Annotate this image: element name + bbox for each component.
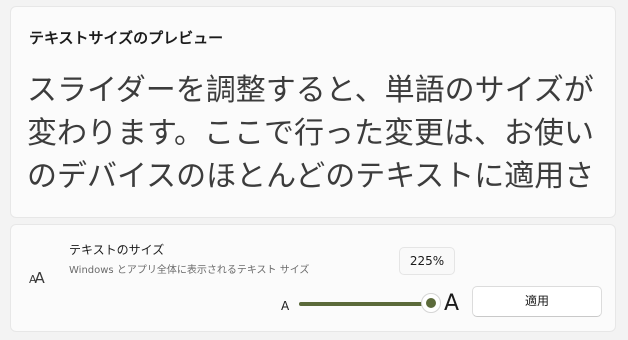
slider-thumb[interactable]: [421, 293, 441, 313]
apply-button[interactable]: 適用: [472, 286, 602, 317]
text-size-slider[interactable]: [299, 293, 441, 315]
text-size-value-badge: 225%: [399, 247, 455, 275]
text-size-description: Windows とアプリ全体に表示されるテキスト サイズ: [69, 265, 310, 276]
text-size-title: テキストのサイズ: [69, 243, 165, 257]
text-size-icon-large-glyph: A: [34, 269, 45, 287]
preview-title: テキストサイズのプレビュー: [29, 29, 224, 47]
slider-min-label: A: [281, 299, 290, 313]
preview-text: スライダーを調整すると、単語のサイズが変わります。ここで行った変更は、お使いのデ…: [27, 73, 595, 204]
text-size-icon: AA: [29, 269, 45, 287]
text-size-preview-card: テキストサイズのプレビュー スライダーを調整すると、単語のサイズが変わります。こ…: [10, 6, 616, 218]
slider-max-label: A: [444, 291, 460, 316]
text-size-setting-card: AA テキストのサイズ Windows とアプリ全体に表示されるテキスト サイズ…: [10, 224, 616, 332]
slider-track[interactable]: [299, 302, 431, 306]
slider-fill: [299, 302, 431, 306]
